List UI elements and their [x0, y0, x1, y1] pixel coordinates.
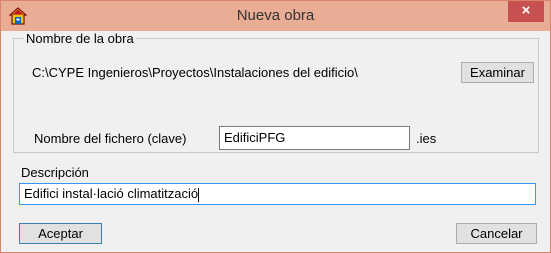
- description-label: Descripción: [21, 165, 89, 180]
- file-extension: .ies: [416, 131, 437, 146]
- dialog-body: Nombre de la obra C:\CYPE Ingenieros\Pro…: [9, 31, 542, 245]
- close-button[interactable]: ×: [508, 1, 544, 22]
- title-bar[interactable]: Nueva obra ×: [1, 1, 550, 31]
- browse-button[interactable]: Examinar: [461, 62, 534, 83]
- text-caret: [198, 187, 200, 202]
- window-title: Nueva obra: [236, 7, 315, 24]
- cancel-button[interactable]: Cancelar: [456, 223, 537, 244]
- project-name-group: Nombre de la obra C:\CYPE Ingenieros\Pro…: [13, 31, 539, 153]
- accept-button[interactable]: Aceptar: [19, 223, 102, 244]
- description-input[interactable]: Edifici instal·lació climatització: [19, 183, 536, 205]
- project-path: C:\CYPE Ingenieros\Proyectos\Instalacion…: [32, 65, 358, 80]
- file-name-label: Nombre del fichero (clave): [34, 131, 187, 146]
- description-value: Edifici instal·lació climatització: [24, 186, 199, 201]
- file-name-input[interactable]: EdificiPFG: [219, 126, 410, 150]
- dialog-window: Nueva obra × Nombre de la obra C:\CYPE I…: [0, 0, 551, 253]
- group-legend: Nombre de la obra: [24, 31, 136, 46]
